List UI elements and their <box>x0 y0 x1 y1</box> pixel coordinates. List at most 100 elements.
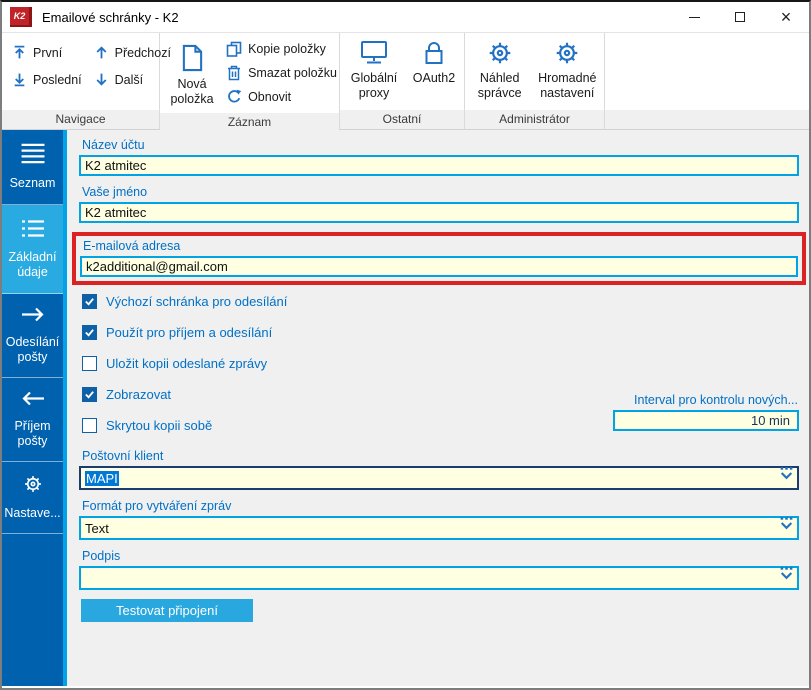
gear-icon <box>554 40 580 66</box>
sidebar-item-label: Odesílánípošty <box>4 335 61 365</box>
lock-icon <box>422 40 446 66</box>
arrow-left-icon <box>20 390 46 407</box>
group-label-ostatni: Ostatní <box>340 110 464 129</box>
your-name-input[interactable]: K2 atmitec <box>79 202 799 223</box>
email-group: E-mailová adresa k2additional@gmail.com <box>80 239 798 277</box>
signature-combobox[interactable] <box>79 566 799 590</box>
your-name-group: Vaše jméno K2 atmitec <box>79 185 799 223</box>
email-input[interactable]: k2additional@gmail.com <box>80 256 798 277</box>
interval-group: Interval pro kontrolu nových... 10 min <box>613 393 799 431</box>
first-icon <box>12 45 27 60</box>
oauth2-label: OAuth2 <box>413 71 455 101</box>
gear-icon <box>23 474 43 494</box>
delete-item-button[interactable]: Smazat položku <box>226 65 337 81</box>
mail-client-combobox[interactable]: MAPI <box>79 466 799 490</box>
maximize-icon <box>735 12 745 22</box>
copy-icon <box>226 41 242 57</box>
admin-preview-label: Náhled správce <box>478 71 522 101</box>
arrow-down-icon <box>94 72 109 87</box>
new-item-label: Nová položka <box>170 77 213 107</box>
account-name-input[interactable]: K2 atmitec <box>79 155 799 176</box>
title-bar: K2 Emailové schránky - K2 × <box>2 2 809 32</box>
ribbon-filler <box>605 33 809 129</box>
gear-icon <box>487 40 513 66</box>
last-icon <box>12 72 27 87</box>
k2-logo-icon: K2 <box>10 7 32 27</box>
bulk-settings-button[interactable]: Hromadné nastavení <box>534 33 600 110</box>
ribbon: První Předchozí Poslední Další <box>2 32 809 130</box>
email-highlight-box: E-mailová adresa k2additional@gmail.com <box>72 232 806 285</box>
mail-client-group: Poštovní klient MAPI <box>79 449 799 490</box>
sidebar-item-label: Nastave... <box>4 506 61 521</box>
sidebar-item-label: Příjempošty <box>4 419 61 449</box>
last-button[interactable]: Poslední <box>12 72 82 87</box>
checkbox-save-copy[interactable]: Uložit kopii odeslané zprávy <box>82 356 799 371</box>
form-panel: Název účtu K2 atmitec Vaše jméno K2 atmi… <box>67 130 809 686</box>
checkbox-unchecked <box>82 356 97 371</box>
minimize-icon <box>689 17 700 18</box>
list-icon <box>20 219 46 238</box>
monitor-icon <box>359 40 389 66</box>
app-window: K2 Emailové schránky - K2 × První Předch… <box>0 0 811 690</box>
window-title: Emailové schránky - K2 <box>42 10 179 25</box>
signature-group: Podpis <box>79 549 799 590</box>
ribbon-group-ostatni: Globální proxy OAuth2 Ostatní <box>340 33 465 129</box>
main-area: Seznam Základníúdaje Odesílánípošty Příj… <box>2 130 809 686</box>
ribbon-group-zaznam: Nová položka Kopie položky Smazat položk… <box>160 33 340 129</box>
checkbox-default-outbox[interactable]: Výchozí schránka pro odesílání <box>82 294 799 309</box>
group-label-navigace: Navigace <box>2 110 159 129</box>
test-connection-button[interactable]: Testovat připojení <box>81 599 253 622</box>
checkbox-checked <box>82 387 97 402</box>
sidebar-item-seznam[interactable]: Seznam <box>2 130 63 205</box>
new-document-icon <box>181 44 204 72</box>
dropdown-icon[interactable] <box>779 566 794 585</box>
dropdown-icon[interactable] <box>779 466 794 485</box>
copy-item-button[interactable]: Kopie položky <box>226 41 337 57</box>
bulk-settings-label: Hromadné nastavení <box>538 71 596 101</box>
checkbox-checked <box>82 325 97 340</box>
new-item-button[interactable]: Nová položka <box>166 37 218 109</box>
maximize-button[interactable] <box>717 2 763 32</box>
oauth2-button[interactable]: OAuth2 <box>408 33 460 110</box>
ribbon-group-navigace: První Předchozí Poslední Další <box>2 33 160 129</box>
group-label-administrator: Administrátor <box>465 110 604 129</box>
arrow-right-icon <box>20 306 46 323</box>
account-name-label: Název účtu <box>82 138 799 152</box>
sidebar-item-label: Seznam <box>4 176 61 191</box>
ribbon-group-administrator: Náhled správce Hromadné nastavení Admini… <box>465 33 605 129</box>
close-icon: × <box>781 8 792 26</box>
minimize-button[interactable] <box>671 2 717 32</box>
checkbox-checked <box>82 294 97 309</box>
global-proxy-button[interactable]: Globální proxy <box>344 33 404 110</box>
sidebar-item-zakladni-udaje[interactable]: Základníúdaje <box>2 205 63 294</box>
refresh-icon <box>226 89 242 105</box>
sidebar-item-nastaveni[interactable]: Nastave... <box>2 462 63 534</box>
sidebar-item-prijem-posty[interactable]: Příjempošty <box>2 378 63 462</box>
close-button[interactable]: × <box>763 2 809 32</box>
trash-icon <box>226 65 242 81</box>
sidebar-item-odesilani-posty[interactable]: Odesílánípošty <box>2 294 63 378</box>
checkbox-unchecked <box>82 418 97 433</box>
message-format-group: Formát pro vytváření zpráv Text <box>79 499 799 540</box>
refresh-button[interactable]: Obnovit <box>226 89 337 105</box>
mail-client-label: Poštovní klient <box>82 449 799 463</box>
first-button[interactable]: První <box>12 45 82 60</box>
admin-preview-button[interactable]: Náhled správce <box>469 33 531 110</box>
your-name-label: Vaše jméno <box>82 185 799 199</box>
account-name-group: Název účtu K2 atmitec <box>79 138 799 176</box>
interval-input[interactable]: 10 min <box>613 410 799 431</box>
window-controls: × <box>671 2 809 32</box>
arrow-up-icon <box>94 45 109 60</box>
message-format-label: Formát pro vytváření zpráv <box>82 499 799 513</box>
dropdown-icon[interactable] <box>779 516 794 535</box>
email-label: E-mailová adresa <box>83 239 798 253</box>
interval-label: Interval pro kontrolu nových... <box>613 393 798 407</box>
menu-icon <box>19 143 47 164</box>
selected-text: MAPI <box>85 471 119 486</box>
message-format-combobox[interactable]: Text <box>79 516 799 540</box>
sidebar: Seznam Základníúdaje Odesílánípošty Příj… <box>2 130 67 686</box>
global-proxy-label: Globální proxy <box>351 71 398 101</box>
signature-label: Podpis <box>82 549 799 563</box>
checkbox-use-send-receive[interactable]: Použít pro příjem a odesílání <box>82 325 799 340</box>
sidebar-item-label: Základníúdaje <box>4 250 61 280</box>
